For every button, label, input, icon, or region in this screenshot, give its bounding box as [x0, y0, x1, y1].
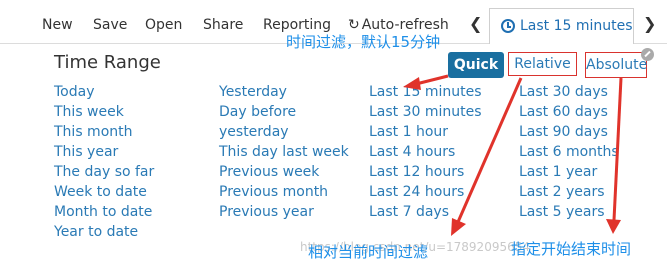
- range-option[interactable]: Last 4 hours: [369, 142, 482, 162]
- range-option[interactable]: This month: [54, 122, 154, 142]
- range-option[interactable]: Last 5 years: [519, 202, 619, 222]
- range-option[interactable]: Last 12 hours: [369, 162, 482, 182]
- quick-column-3: Last 15 minutes Last 30 minutes Last 1 h…: [369, 82, 482, 222]
- absolute-annotation: 指定开始结束时间: [511, 240, 632, 258]
- quick-annotation: 时间过滤，默认15分钟: [286, 33, 441, 51]
- range-option[interactable]: Day before: [219, 102, 349, 122]
- range-option[interactable]: Today: [54, 82, 154, 102]
- range-option[interactable]: Last 6 months: [519, 142, 619, 162]
- open-button[interactable]: Open: [145, 17, 182, 33]
- panel-title: Time Range: [54, 52, 161, 73]
- range-option[interactable]: Last 15 minutes: [369, 82, 482, 102]
- relative-annotation: 相对当前时间过滤: [308, 243, 429, 261]
- chevron-left-icon[interactable]: ❮: [469, 14, 482, 33]
- range-option[interactable]: Last 7 days: [369, 202, 482, 222]
- range-option[interactable]: Last 2 years: [519, 182, 619, 202]
- quick-column-1: Today This week This month This year The…: [54, 82, 154, 242]
- range-option[interactable]: Last 30 days: [519, 82, 619, 102]
- range-option[interactable]: Month to date: [54, 202, 154, 222]
- range-option[interactable]: Last 30 minutes: [369, 102, 482, 122]
- range-option[interactable]: Previous week: [219, 162, 349, 182]
- chevron-right-icon[interactable]: ❯: [643, 14, 656, 33]
- range-option[interactable]: Year to date: [54, 222, 154, 242]
- timepicker-label: Last 15 minutes: [520, 18, 633, 34]
- save-button[interactable]: Save: [93, 17, 127, 33]
- range-option[interactable]: This week: [54, 102, 154, 122]
- range-option[interactable]: Last 60 days: [519, 102, 619, 122]
- absolute-mode-button[interactable]: Absolute: [585, 52, 647, 78]
- range-option[interactable]: Previous year: [219, 202, 349, 222]
- quick-column-4: Last 30 days Last 60 days Last 90 days L…: [519, 82, 619, 222]
- relative-mode-button[interactable]: Relative: [508, 52, 577, 76]
- quick-column-2: Yesterday Day before yesterday This day …: [219, 82, 349, 222]
- clock-icon: [501, 19, 515, 33]
- range-option[interactable]: This year: [54, 142, 154, 162]
- range-option[interactable]: Previous month: [219, 182, 349, 202]
- range-option[interactable]: Last 90 days: [519, 122, 619, 142]
- range-option[interactable]: This day last week: [219, 142, 349, 162]
- range-option[interactable]: The day so far: [54, 162, 154, 182]
- range-option[interactable]: Last 24 hours: [369, 182, 482, 202]
- range-option[interactable]: Last 1 hour: [369, 122, 482, 142]
- range-option[interactable]: yesterday: [219, 122, 349, 142]
- new-button[interactable]: New: [42, 17, 73, 33]
- range-option[interactable]: Last 1 year: [519, 162, 619, 182]
- collapse-icon[interactable]: [641, 48, 654, 61]
- range-option[interactable]: Week to date: [54, 182, 154, 202]
- timepicker-button[interactable]: Last 15 minutes: [489, 8, 634, 44]
- range-option[interactable]: Yesterday: [219, 82, 349, 102]
- quick-mode-button[interactable]: Quick: [448, 52, 504, 78]
- share-button[interactable]: Share: [203, 17, 243, 33]
